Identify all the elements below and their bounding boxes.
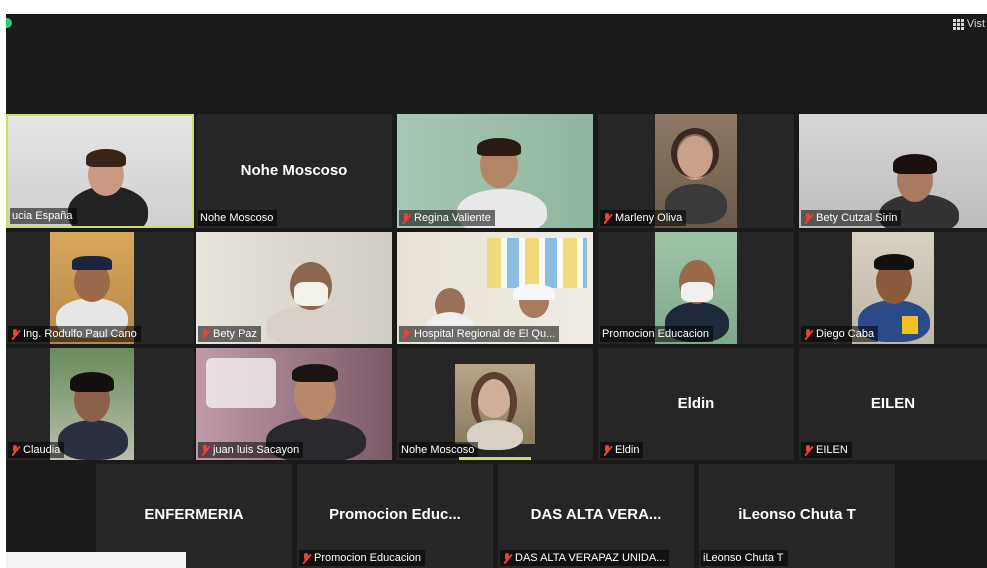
participant-display-name: DAS ALTA VERA... [530, 505, 662, 523]
participant-name-label: DAS ALTA VERAPAZ UNIDA... [500, 550, 670, 566]
mic-muted-icon [200, 328, 210, 340]
participant-name-label: ucia España [10, 208, 77, 224]
participant-display-name: iLeonso Chuta T [738, 505, 856, 523]
participant-name-label: Promocion Educacion [299, 550, 426, 566]
mic-muted-icon [803, 212, 813, 224]
mic-muted-icon [502, 552, 512, 564]
participant-name-label: Promocion Educacion [600, 326, 714, 342]
participant-tile-promocion-educacion[interactable]: Promocion Educacion [598, 232, 794, 344]
mic-muted-icon [401, 328, 411, 340]
mic-muted-icon [602, 444, 612, 456]
participant-name-label: Eldin [600, 442, 644, 458]
participant-name-label: Ing. Rodulfo Paul Cano [8, 326, 141, 342]
mic-muted-icon [602, 212, 612, 224]
participant-tile-claudia[interactable]: Claudia [6, 348, 194, 460]
participant-tile-diego-caba[interactable]: Diego Caba [799, 232, 987, 344]
participant-name-label: juan luis Sacayon [198, 442, 304, 458]
security-status-icon [6, 18, 12, 28]
participant-name-label: Hospital Regional de El Qu... [399, 326, 560, 342]
participant-tile-nohe-moscoso[interactable]: Nohe Moscoso Nohe Moscoso [196, 114, 392, 228]
participant-name-label: Regina Valiente [399, 210, 495, 226]
participant-name-label: iLeonso Chuta T [701, 550, 788, 566]
mic-muted-icon [803, 328, 813, 340]
video-feed [455, 364, 535, 450]
view-button[interactable]: Vist [952, 18, 985, 30]
participant-name-label: Claudia [8, 442, 65, 458]
participant-tile-eilen[interactable]: EILEN EILEN [799, 348, 987, 460]
participant-name-label: Bety Paz [198, 326, 262, 342]
participant-display-name: Promocion Educ... [329, 505, 461, 523]
participant-display-name: ENFERMERIA [144, 505, 244, 523]
active-speaker-indicator [459, 457, 531, 460]
participant-tile-promocion-educacion-2[interactable]: Promocion Educ... Promocion Educacion [297, 464, 493, 568]
mic-muted-icon [10, 444, 20, 456]
mic-muted-icon [301, 552, 311, 564]
participant-display-name: EILEN [870, 395, 916, 413]
participant-name-label: Diego Caba [801, 326, 879, 342]
participant-display-name: Nohe Moscoso [240, 161, 348, 179]
participant-tile-bety-paz[interactable]: Bety Paz [196, 232, 392, 344]
mic-muted-icon [200, 444, 210, 456]
view-button-label: Vist [966, 18, 985, 30]
bottom-overlay [6, 552, 186, 568]
participant-tile-regina[interactable]: Regina Valiente [397, 114, 593, 228]
participant-tile-rodulfo[interactable]: Ing. Rodulfo Paul Cano [6, 232, 194, 344]
participant-name-label: EILEN [801, 442, 852, 458]
gallery-view: Vist ucia España Nohe Moscoso Nohe Mosco… [6, 14, 987, 568]
mic-muted-icon [401, 212, 411, 224]
mic-muted-icon [10, 328, 20, 340]
participant-tile-hospital-regional[interactable]: Hospital Regional de El Qu... [397, 232, 593, 344]
participant-tile-das-alta-verapaz[interactable]: DAS ALTA VERA... DAS ALTA VERAPAZ UNIDA.… [498, 464, 694, 568]
participant-tile-marleny[interactable]: Marleny Oliva [598, 114, 794, 228]
mic-muted-icon [803, 444, 813, 456]
grid-view-icon [952, 18, 964, 30]
participant-name-label: Marleny Oliva [600, 210, 687, 226]
participant-tile-bety-cutzal[interactable]: Bety Cutzal Sirin [799, 114, 987, 228]
participant-tile-leonso[interactable]: iLeonso Chuta T iLeonso Chuta T [699, 464, 895, 568]
participant-tile-nohe-moscoso-2[interactable]: Nohe Moscoso [397, 348, 593, 460]
participant-name-label: Nohe Moscoso [399, 442, 479, 458]
top-bar: Vist [6, 14, 987, 114]
participant-name-label: Nohe Moscoso [198, 210, 278, 226]
participant-display-name: Eldin [677, 395, 715, 413]
participant-name-label: Bety Cutzal Sirin [801, 210, 902, 226]
participant-tile-juan-luis[interactable]: juan luis Sacayon [196, 348, 392, 460]
participant-tile-lucia[interactable]: ucia España [6, 114, 194, 228]
participant-tile-eldin[interactable]: Eldin Eldin [598, 348, 794, 460]
